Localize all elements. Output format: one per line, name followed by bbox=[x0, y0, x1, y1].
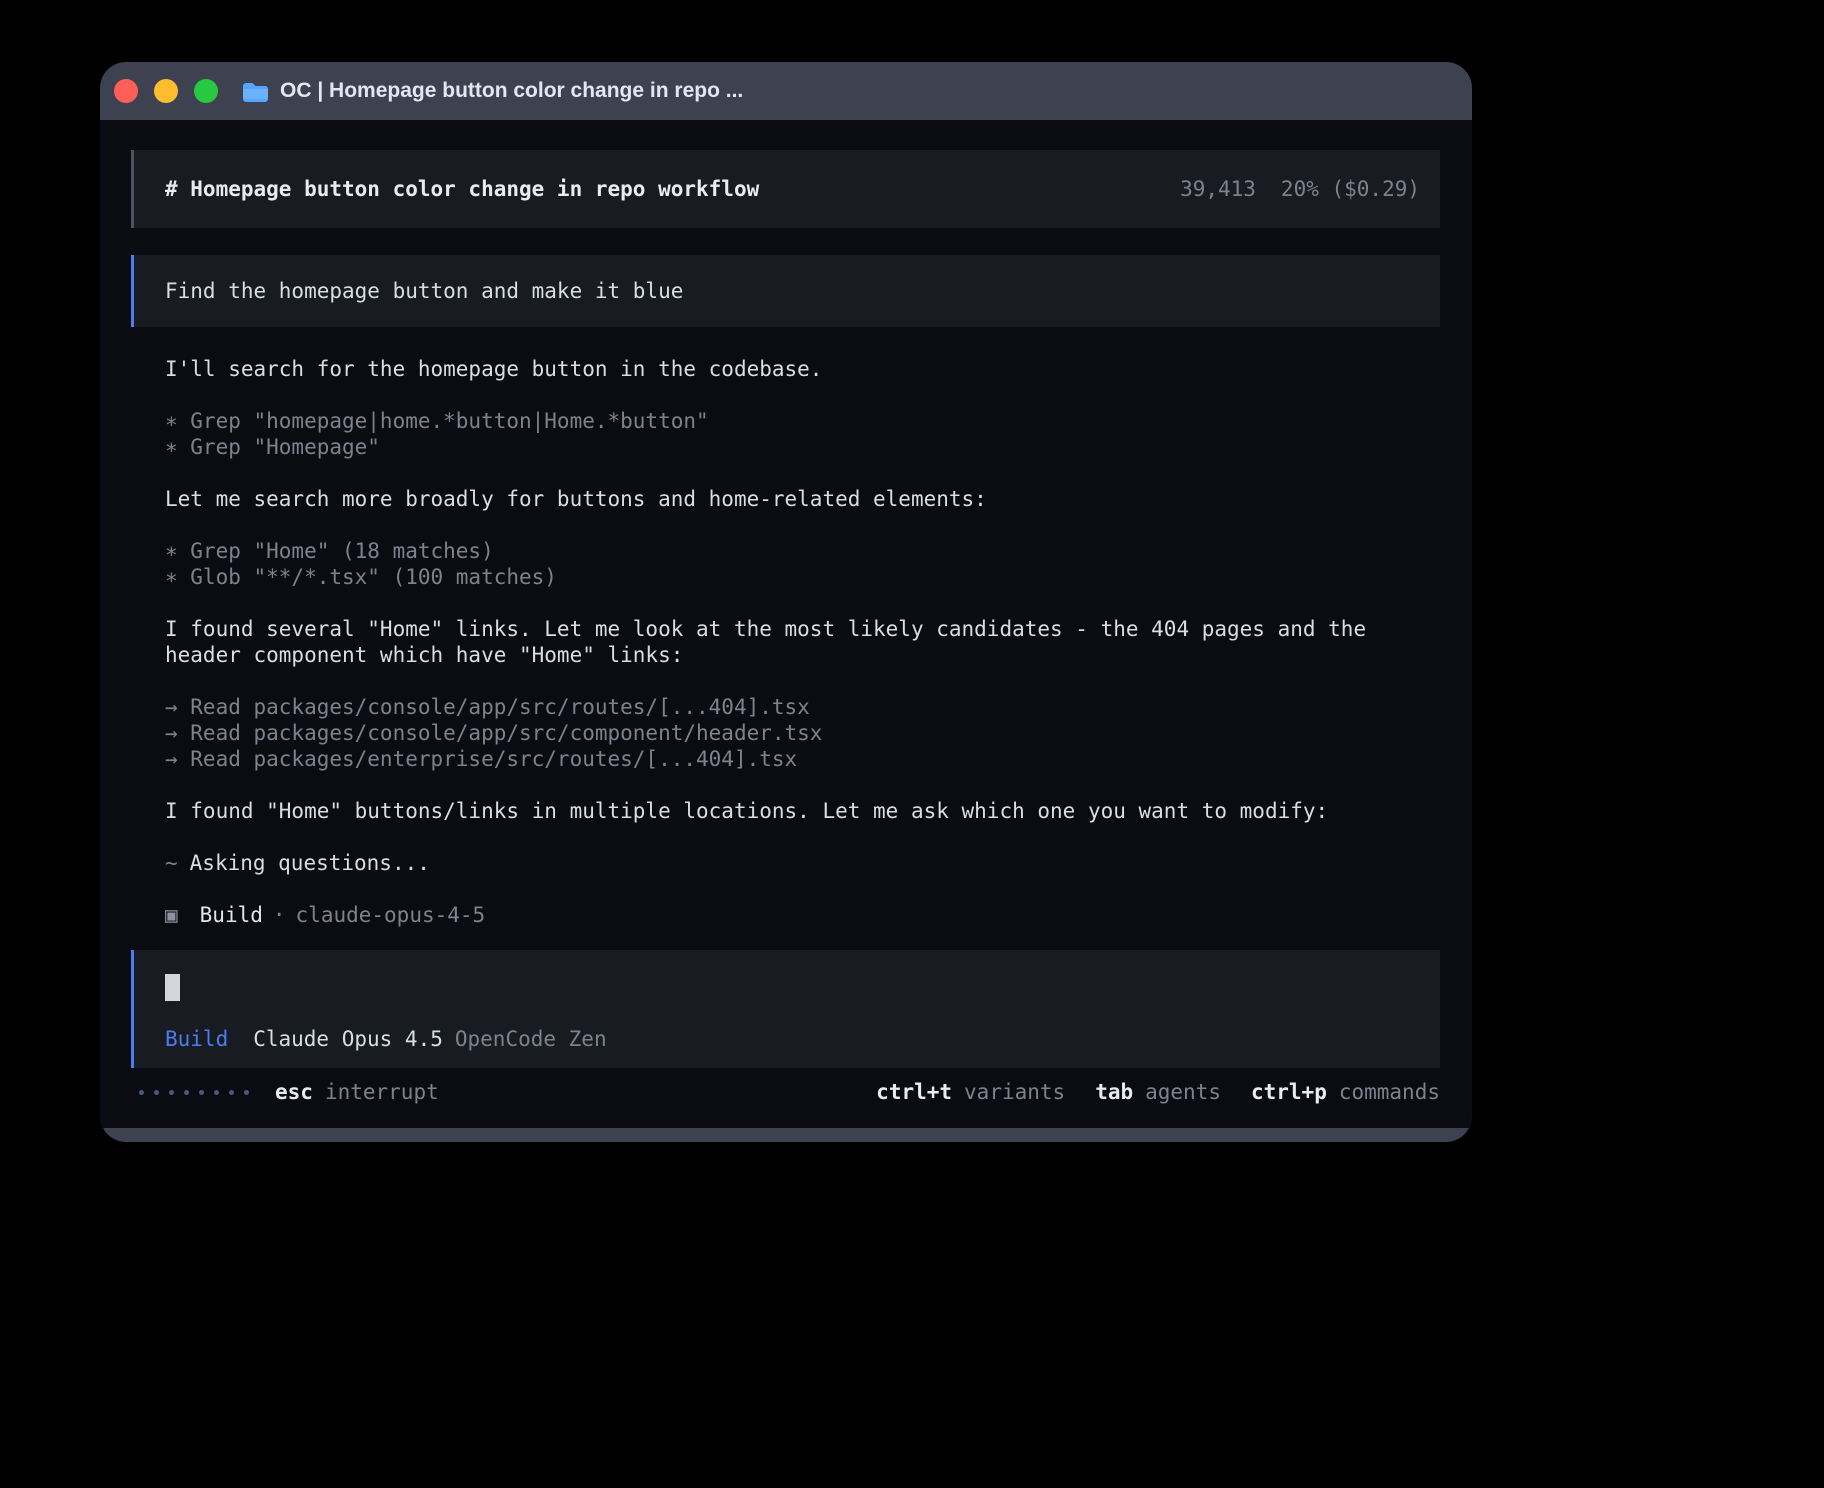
context-usage: 20% ($0.29) bbox=[1281, 176, 1420, 202]
status-bar: esc interrupt ctrl+t variants tab agents ct… bbox=[131, 1079, 1440, 1105]
progress-dot bbox=[184, 1090, 189, 1095]
agent-mode-label[interactable]: Build bbox=[165, 1027, 228, 1051]
token-count: 39,413 bbox=[1180, 176, 1256, 202]
terminal-window: OC | Homepage button color change in rep… bbox=[100, 62, 1472, 1142]
shortcut-key: ctrl+p bbox=[1251, 1080, 1327, 1104]
traffic-lights bbox=[114, 79, 218, 103]
text-cursor bbox=[165, 974, 180, 1001]
shortcut-label: agents bbox=[1145, 1080, 1221, 1104]
status-bar-left: esc interrupt bbox=[131, 1079, 439, 1105]
tool-call-read: → Read packages/console/app/src/componen… bbox=[165, 720, 1440, 746]
shortcut-variants[interactable]: ctrl+t variants bbox=[876, 1079, 1065, 1105]
terminal-content: # Homepage button color change in repo w… bbox=[100, 120, 1472, 1128]
tool-call-read: → Read packages/console/app/src/routes/[… bbox=[165, 694, 1440, 720]
working-status-text: Asking questions... bbox=[190, 851, 430, 875]
shortcut-key: ctrl+t bbox=[876, 1080, 952, 1104]
model-provider: OpenCode Zen bbox=[455, 1027, 607, 1051]
progress-dot bbox=[139, 1090, 144, 1095]
separator-dot: · bbox=[273, 903, 286, 927]
progress-dot bbox=[199, 1090, 204, 1095]
shortcut-label: commands bbox=[1339, 1080, 1440, 1104]
progress-dot bbox=[244, 1090, 249, 1095]
shortcut-commands[interactable]: ctrl+p commands bbox=[1251, 1079, 1440, 1105]
user-message: Find the homepage button and make it blu… bbox=[131, 255, 1440, 327]
tool-call-grep: ∗ Grep "Homepage" bbox=[165, 434, 1440, 460]
working-status: ~ Asking questions... bbox=[165, 850, 1440, 876]
agent-name: Build bbox=[200, 903, 263, 927]
titlebar[interactable]: OC | Homepage button color change in rep… bbox=[100, 62, 1472, 120]
assistant-text: I'll search for the homepage button in t… bbox=[165, 356, 1440, 382]
folder-icon bbox=[242, 81, 269, 102]
assistant-text: I found "Home" buttons/links in multiple… bbox=[165, 798, 1440, 824]
tool-call-read: → Read packages/enterprise/src/routes/[.… bbox=[165, 746, 1440, 772]
tool-call-grep: ∗ Grep "homepage|home.*button|Home.*butt… bbox=[165, 408, 1440, 434]
progress-dot bbox=[154, 1090, 159, 1095]
shortcut-label: variants bbox=[964, 1080, 1065, 1104]
agent-status: ▣ Build · claude-opus-4-5 bbox=[165, 902, 1440, 928]
assistant-text: I found several "Home" links. Let me loo… bbox=[165, 616, 1440, 668]
session-header: # Homepage button color change in repo w… bbox=[131, 150, 1440, 228]
spinner-icon: ~ bbox=[165, 851, 178, 875]
shortcut-key: esc bbox=[275, 1080, 313, 1104]
shortcut-agents[interactable]: tab agents bbox=[1095, 1079, 1221, 1105]
agent-model: claude-opus-4-5 bbox=[296, 903, 486, 927]
tool-call-glob: ∗ Glob "**/*.tsx" (100 matches) bbox=[165, 564, 1440, 590]
agent-square-icon: ▣ bbox=[165, 903, 178, 927]
model-row: Build Claude Opus 4.5 OpenCode Zen bbox=[165, 1026, 1420, 1052]
session-stats: 39,413 20% ($0.29) bbox=[1180, 176, 1420, 202]
progress-dot bbox=[169, 1090, 174, 1095]
window-title: OC | Homepage button color change in rep… bbox=[280, 79, 743, 103]
prompt-input[interactable]: Build Claude Opus 4.5 OpenCode Zen bbox=[131, 950, 1440, 1068]
model-name[interactable]: Claude Opus 4.5 bbox=[253, 1027, 443, 1051]
assistant-text: Let me search more broadly for buttons a… bbox=[165, 486, 1440, 512]
minimize-button[interactable] bbox=[154, 79, 178, 103]
status-bar-right: ctrl+t variants tab agents ctrl+p commands bbox=[876, 1079, 1440, 1105]
tool-call-grep: ∗ Grep "Home" (18 matches) bbox=[165, 538, 1440, 564]
input-line[interactable] bbox=[165, 974, 1420, 1001]
shortcut-interrupt[interactable]: esc interrupt bbox=[275, 1079, 439, 1105]
zoom-button[interactable] bbox=[194, 79, 218, 103]
shortcut-key: tab bbox=[1095, 1080, 1133, 1104]
shortcut-label: interrupt bbox=[325, 1080, 439, 1104]
conversation: I'll search for the homepage button in t… bbox=[165, 356, 1440, 928]
progress-dot bbox=[214, 1090, 219, 1095]
progress-dot bbox=[229, 1090, 234, 1095]
progress-dots bbox=[139, 1090, 249, 1095]
session-title: # Homepage button color change in repo w… bbox=[165, 176, 759, 202]
user-message-text: Find the homepage button and make it blu… bbox=[165, 278, 683, 304]
close-button[interactable] bbox=[114, 79, 138, 103]
